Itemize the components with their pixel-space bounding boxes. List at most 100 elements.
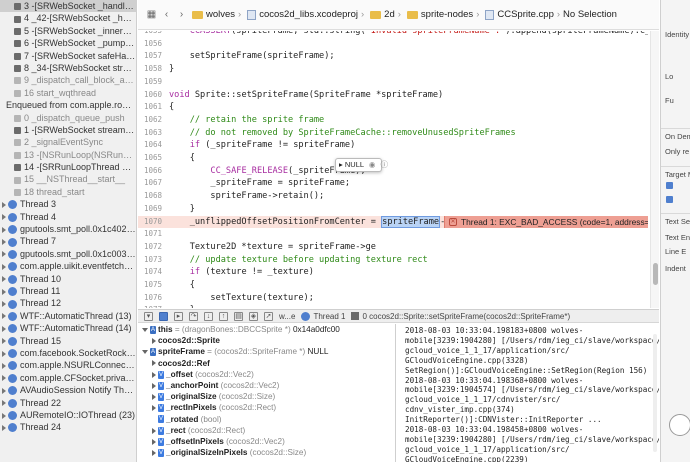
disclosure-triangle-icon[interactable] <box>152 427 156 434</box>
variable-row[interactable]: V _rotated (bool) <box>138 414 395 425</box>
thread-row[interactable]: AURemoteIO::IOThread (23) <box>0 409 136 421</box>
disclosure-triangle-icon[interactable] <box>2 226 6 233</box>
variables-view[interactable]: Athis = (dragonBones::DBCCSprite *) 0x14… <box>138 324 396 462</box>
checkbox[interactable] <box>666 196 673 203</box>
thread-row[interactable]: Thread 12 <box>0 297 136 309</box>
jumpbar-item-group-sprite-nodes[interactable]: sprite-nodes <box>421 9 473 20</box>
disclosure-triangle-icon[interactable] <box>2 424 6 431</box>
variable-row[interactable]: AspriteFrame = (cocos2d::SpriteFrame *) … <box>138 346 395 357</box>
disclosure-triangle-icon[interactable] <box>2 251 6 258</box>
step-over-icon[interactable]: ↷ <box>189 311 198 321</box>
stack-frame-row[interactable]: 2 _signalEventSync <box>0 136 136 148</box>
stack-frame-row[interactable]: 14 -[SRRunLoopThread main] <box>0 161 136 173</box>
variable-row[interactable]: Athis = (dragonBones::DBCCSprite *) 0x14… <box>138 324 395 335</box>
eye-icon[interactable]: ◉ <box>369 160 376 169</box>
disclosure-triangle-icon[interactable] <box>2 214 6 221</box>
disclosure-triangle-icon[interactable] <box>2 301 6 307</box>
variable-row[interactable]: cocos2d::Sprite <box>138 335 395 346</box>
stack-frame-row[interactable]: 9 _dispatch_call_block_and_rel... <box>0 74 136 86</box>
disclosure-triangle-icon[interactable] <box>142 327 148 332</box>
thread-row[interactable]: Thread 3 <box>0 198 136 210</box>
disclosure-triangle-icon[interactable] <box>2 400 6 407</box>
memory-graph-icon[interactable]: ◈ <box>249 311 258 321</box>
disclosure-triangle-icon[interactable] <box>2 288 6 295</box>
thread-row[interactable]: gputools.smt_poll.0x1c4025f40 (6) <box>0 223 136 235</box>
thread-row[interactable]: Thread 22 <box>0 397 136 409</box>
stack-frame-row[interactable]: 7 -[SRWebSocket safeHandleE... <box>0 50 136 62</box>
disclosure-triangle-icon[interactable] <box>152 393 156 400</box>
disclosure-triangle-icon[interactable] <box>152 371 156 378</box>
checkbox[interactable] <box>666 182 673 189</box>
editor-scrollbar[interactable] <box>650 31 659 308</box>
jumpbar-item-selection[interactable]: No Selection <box>563 9 617 20</box>
disclosure-triangle-icon[interactable] <box>2 350 6 357</box>
thread-selector[interactable]: Thread 1 <box>313 312 345 321</box>
disclosure-triangle-icon[interactable] <box>152 382 156 389</box>
view-hierarchy-icon[interactable]: ▤ <box>234 311 243 321</box>
variable-row[interactable]: cocos2d::Ref <box>138 358 395 369</box>
step-out-icon[interactable]: ↑ <box>219 311 228 321</box>
disclosure-triangle-icon[interactable] <box>2 325 6 332</box>
frame-selector[interactable]: 0 cocos2d::Sprite::setSpriteFrame(cocos2… <box>362 312 570 321</box>
thread-row[interactable]: com.facebook.SocketRocket.Net... <box>0 347 136 359</box>
step-in-icon[interactable]: ↓ <box>204 311 213 321</box>
stack-frame-row[interactable]: 8 _34-[SRWebSocket stream:... <box>0 62 136 74</box>
disclosure-triangle-icon[interactable] <box>152 405 156 412</box>
thread-row[interactable]: Thread 11 <box>0 285 136 297</box>
popover-play-icon[interactable]: ▸ <box>339 160 343 169</box>
stack-frame-row[interactable]: 3 -[SRWebSocket _handle... <box>0 0 136 13</box>
thread-row[interactable]: WTF::AutomaticThread (13) <box>0 310 136 322</box>
disclosure-triangle-icon[interactable] <box>152 449 156 456</box>
thread-row[interactable]: com.apple.uikit.eventfetch-thread <box>0 260 136 272</box>
exception-badge[interactable]: ✕ Thread 1: EXC_BAD_ACCESS (code=1, addre… <box>444 215 648 229</box>
stack-frame-row[interactable]: 0 _dispatch_queue_push <box>0 112 136 124</box>
thread-row[interactable]: AVAudioSession Notify Thread (21) <box>0 384 136 396</box>
thread-row[interactable]: com.apple.CFSocket.private (20) <box>0 372 136 384</box>
disclosure-triangle-icon[interactable] <box>2 276 6 283</box>
jumpbar-item-project[interactable]: wolves <box>206 9 235 20</box>
disclosure-triangle-icon[interactable] <box>2 201 6 208</box>
thread-row[interactable]: WTF::AutomaticThread (14) <box>0 322 136 334</box>
hide-debug-area-icon[interactable]: ▾ <box>144 311 153 321</box>
disclosure-triangle-icon[interactable] <box>2 375 6 382</box>
disclosure-triangle-icon[interactable] <box>2 263 6 270</box>
stack-frame-row[interactable]: 16 start_wqthread <box>0 87 136 99</box>
disclosure-triangle-icon[interactable] <box>2 387 6 394</box>
console-scrollbar[interactable] <box>653 334 657 452</box>
value-popover[interactable]: ▸ NULL ◉ ⓘ <box>335 158 388 172</box>
variable-row[interactable]: V _rectInPixels (cocos2d::Rect) <box>138 402 395 413</box>
thread-row[interactable]: Thread 10 <box>0 273 136 285</box>
stack-frame-row[interactable]: 5 -[SRWebSocket _innerPumpS... <box>0 25 136 37</box>
location-icon[interactable]: ➚ <box>264 311 273 321</box>
variable-row[interactable]: V _offset (cocos2d::Vec2) <box>138 369 395 380</box>
stack-frame-row[interactable]: 4 _42-[SRWebSocket _handle... <box>0 12 136 24</box>
disclosure-triangle-icon[interactable] <box>142 350 148 355</box>
grid-icon[interactable]: ▦ <box>146 9 157 20</box>
info-icon[interactable]: ⓘ <box>381 160 389 169</box>
breakpoints-toggle-icon[interactable] <box>159 311 168 321</box>
jumpbar-item-file[interactable]: CCSprite.cpp <box>497 9 554 20</box>
stack-frame-row[interactable]: 18 thread_start <box>0 186 136 198</box>
stack-frame-row[interactable]: 6 -[SRWebSocket _pumpScann... <box>0 37 136 49</box>
disclosure-triangle-icon[interactable] <box>2 239 6 246</box>
disclosure-triangle-icon[interactable] <box>152 360 156 367</box>
thread-row[interactable]: Thread 24 <box>0 421 136 433</box>
variable-row[interactable]: V _offsetInPixels (cocos2d::Vec2) <box>138 436 395 447</box>
source-editor[interactable]: 1055 CCASSERT(spriteFrame, std::string("… <box>138 31 648 308</box>
variable-row[interactable]: V _anchorPoint (cocos2d::Vec2) <box>138 380 395 391</box>
thread-row[interactable]: Thread 15 <box>0 335 136 347</box>
thread-row[interactable]: Thread 4 <box>0 211 136 223</box>
scroll-thumb[interactable] <box>653 263 658 285</box>
disclosure-triangle-icon[interactable] <box>152 338 156 345</box>
disclosure-triangle-icon[interactable] <box>2 338 6 345</box>
disclosure-triangle-icon[interactable] <box>2 313 6 320</box>
disclosure-triangle-icon[interactable] <box>2 412 6 419</box>
chevron-left-icon[interactable]: ‹ <box>161 9 172 20</box>
target-name[interactable]: w...e <box>279 312 295 321</box>
thread-row[interactable]: Thread 7 <box>0 235 136 247</box>
disclosure-triangle-icon[interactable] <box>152 438 156 445</box>
disclosure-triangle-icon[interactable] <box>2 362 6 369</box>
variable-row[interactable]: V _originalSizeInPixels (cocos2d::Size) <box>138 447 395 458</box>
variable-row[interactable]: V _rect (cocos2d::Rect) <box>138 425 395 436</box>
stack-frame-row[interactable]: 15 __NSThread__start__ <box>0 173 136 185</box>
